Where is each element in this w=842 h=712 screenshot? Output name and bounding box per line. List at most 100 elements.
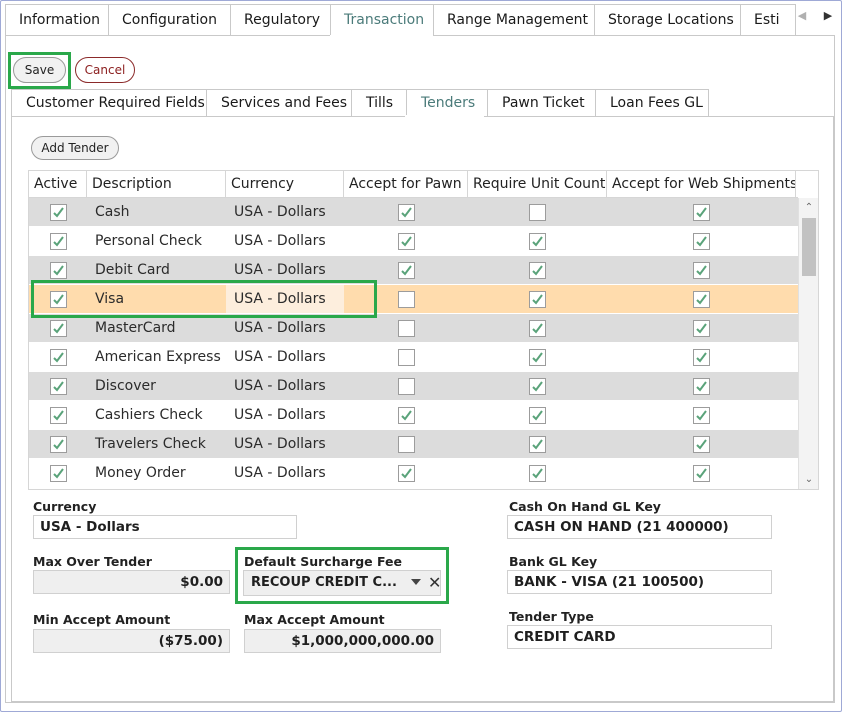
active-checkbox[interactable] (49, 203, 67, 221)
table-row[interactable]: Personal Check USA - Dollars (29, 227, 798, 256)
active-cell (29, 314, 87, 342)
column-header-currency[interactable]: Currency (226, 171, 344, 197)
require-unit-count-cell (468, 401, 607, 429)
accept-for-web-cell (607, 430, 796, 458)
clear-icon[interactable]: ✕ (428, 571, 441, 595)
accept-for-web-checkbox[interactable] (693, 464, 710, 482)
tab-scroll-right-icon[interactable]: ▶ (821, 9, 835, 23)
require-unit-count-checkbox[interactable] (529, 290, 546, 308)
cash-on-hand-gl-field[interactable]: CASH ON HAND (21 400000) (507, 515, 772, 539)
accept-for-pawn-checkbox[interactable] (397, 261, 415, 279)
table-row[interactable]: Debit Card USA - Dollars (29, 256, 798, 285)
tab-loan-fees-gl[interactable]: Loan Fees GL (595, 89, 709, 117)
default-surcharge-select[interactable]: RECOUP CREDIT C... ✕ (243, 570, 441, 596)
require-unit-count-cell (468, 343, 607, 371)
table-row[interactable]: Money Order USA - Dollars (29, 459, 798, 488)
column-header-accept-for-pawn[interactable]: Accept for Pawn (344, 171, 468, 197)
currency-cell: USA - Dollars (234, 204, 326, 220)
save-button[interactable]: Save (13, 57, 66, 83)
require-unit-count-checkbox[interactable] (529, 203, 546, 221)
tab-tills[interactable]: Tills (351, 89, 406, 117)
require-unit-count-checkbox[interactable] (529, 464, 546, 482)
cancel-button[interactable]: Cancel (75, 57, 135, 83)
tab-tenders[interactable]: Tenders (406, 89, 487, 117)
accept-for-pawn-checkbox[interactable] (397, 232, 415, 250)
tender-type-field[interactable]: CREDIT CARD (507, 625, 772, 649)
tab-estimates[interactable]: Esti (740, 4, 796, 36)
require-unit-count-checkbox[interactable] (529, 435, 546, 453)
require-unit-count-cell (468, 430, 607, 458)
default-surcharge-value: RECOUP CREDIT C... (251, 575, 397, 590)
tab-services-and-fees[interactable]: Services and Fees (206, 89, 351, 117)
active-cell (29, 227, 87, 255)
tab-customer-required-fields[interactable]: Customer Required Fields (11, 89, 206, 117)
scroll-down-icon[interactable]: ⌄ (802, 473, 816, 487)
active-checkbox[interactable] (49, 435, 67, 453)
accept-for-web-checkbox[interactable] (693, 348, 710, 366)
table-row[interactable]: Cashiers Check USA - Dollars (29, 401, 798, 430)
currency-cell: USA - Dollars (234, 262, 326, 278)
cash-on-hand-gl-label: Cash On Hand GL Key (509, 499, 661, 514)
accept-for-web-checkbox[interactable] (693, 290, 710, 308)
accept-for-pawn-checkbox[interactable] (397, 406, 415, 424)
require-unit-count-checkbox[interactable] (529, 319, 546, 337)
accept-for-web-checkbox[interactable] (693, 203, 710, 221)
chevron-down-icon[interactable] (411, 579, 421, 585)
currency-cell: USA - Dollars (234, 349, 326, 365)
active-checkbox[interactable] (49, 261, 67, 279)
accept-for-pawn-checkbox[interactable] (397, 348, 415, 366)
accept-for-web-checkbox[interactable] (693, 435, 710, 453)
table-row[interactable]: Visa USA - Dollars (29, 285, 798, 314)
accept-for-pawn-checkbox[interactable] (397, 377, 415, 395)
require-unit-count-checkbox[interactable] (529, 406, 546, 424)
currency-field[interactable]: USA - Dollars (33, 515, 297, 539)
scroll-up-icon[interactable]: ⌃ (802, 201, 816, 215)
description-cell: Debit Card (95, 262, 170, 278)
active-checkbox[interactable] (49, 406, 67, 424)
require-unit-count-checkbox[interactable] (529, 377, 546, 395)
tab-configuration[interactable]: Configuration (108, 4, 230, 36)
table-row[interactable]: MasterCard USA - Dollars (29, 314, 798, 343)
active-checkbox[interactable] (49, 348, 67, 366)
require-unit-count-checkbox[interactable] (529, 261, 546, 279)
accept-for-web-checkbox[interactable] (693, 261, 710, 279)
active-checkbox[interactable] (49, 319, 67, 337)
scroll-thumb[interactable] (802, 218, 816, 276)
accept-for-pawn-checkbox[interactable] (397, 435, 415, 453)
column-header-require-unit-count[interactable]: Require Unit Count (468, 171, 607, 197)
tab-transaction[interactable]: Transaction (330, 4, 433, 36)
accept-for-pawn-checkbox[interactable] (397, 290, 415, 308)
table-row[interactable]: Travelers Check USA - Dollars (29, 430, 798, 459)
accept-for-web-checkbox[interactable] (693, 377, 710, 395)
column-header-accept-for-web-shipments[interactable]: Accept for Web Shipments (607, 171, 796, 197)
active-checkbox[interactable] (49, 464, 67, 482)
table-row[interactable]: Discover USA - Dollars (29, 372, 798, 401)
accept-for-pawn-checkbox[interactable] (397, 464, 415, 482)
table-row[interactable]: Cash USA - Dollars (29, 198, 798, 227)
accept-for-pawn-cell (344, 343, 468, 371)
tab-scroll-left-icon[interactable]: ◀ (795, 9, 809, 23)
accept-for-pawn-checkbox[interactable] (397, 203, 415, 221)
column-header-description[interactable]: Description (87, 171, 226, 197)
require-unit-count-checkbox[interactable] (529, 232, 546, 250)
accept-for-web-checkbox[interactable] (693, 232, 710, 250)
tab-pawn-ticket[interactable]: Pawn Ticket (487, 89, 595, 117)
active-checkbox[interactable] (49, 290, 67, 308)
active-cell (29, 459, 87, 487)
tab-information[interactable]: Information (5, 4, 108, 36)
table-row[interactable]: American Express USA - Dollars (29, 343, 798, 372)
accept-for-web-checkbox[interactable] (693, 406, 710, 424)
active-checkbox[interactable] (49, 232, 67, 250)
description-cell: Cashiers Check (95, 407, 203, 423)
require-unit-count-checkbox[interactable] (529, 348, 546, 366)
column-header-active[interactable]: Active (29, 171, 87, 197)
accept-for-web-checkbox[interactable] (693, 319, 710, 337)
tab-regulatory[interactable]: Regulatory (230, 4, 330, 36)
active-checkbox[interactable] (49, 377, 67, 395)
description-cell: Personal Check (95, 233, 203, 249)
add-tender-button[interactable]: Add Tender (31, 136, 119, 160)
accept-for-pawn-checkbox[interactable] (397, 319, 415, 337)
tab-storage-locations[interactable]: Storage Locations (594, 4, 740, 36)
tab-range-management[interactable]: Range Management (433, 4, 594, 36)
bank-gl-field[interactable]: BANK - VISA (21 100500) (507, 570, 772, 594)
